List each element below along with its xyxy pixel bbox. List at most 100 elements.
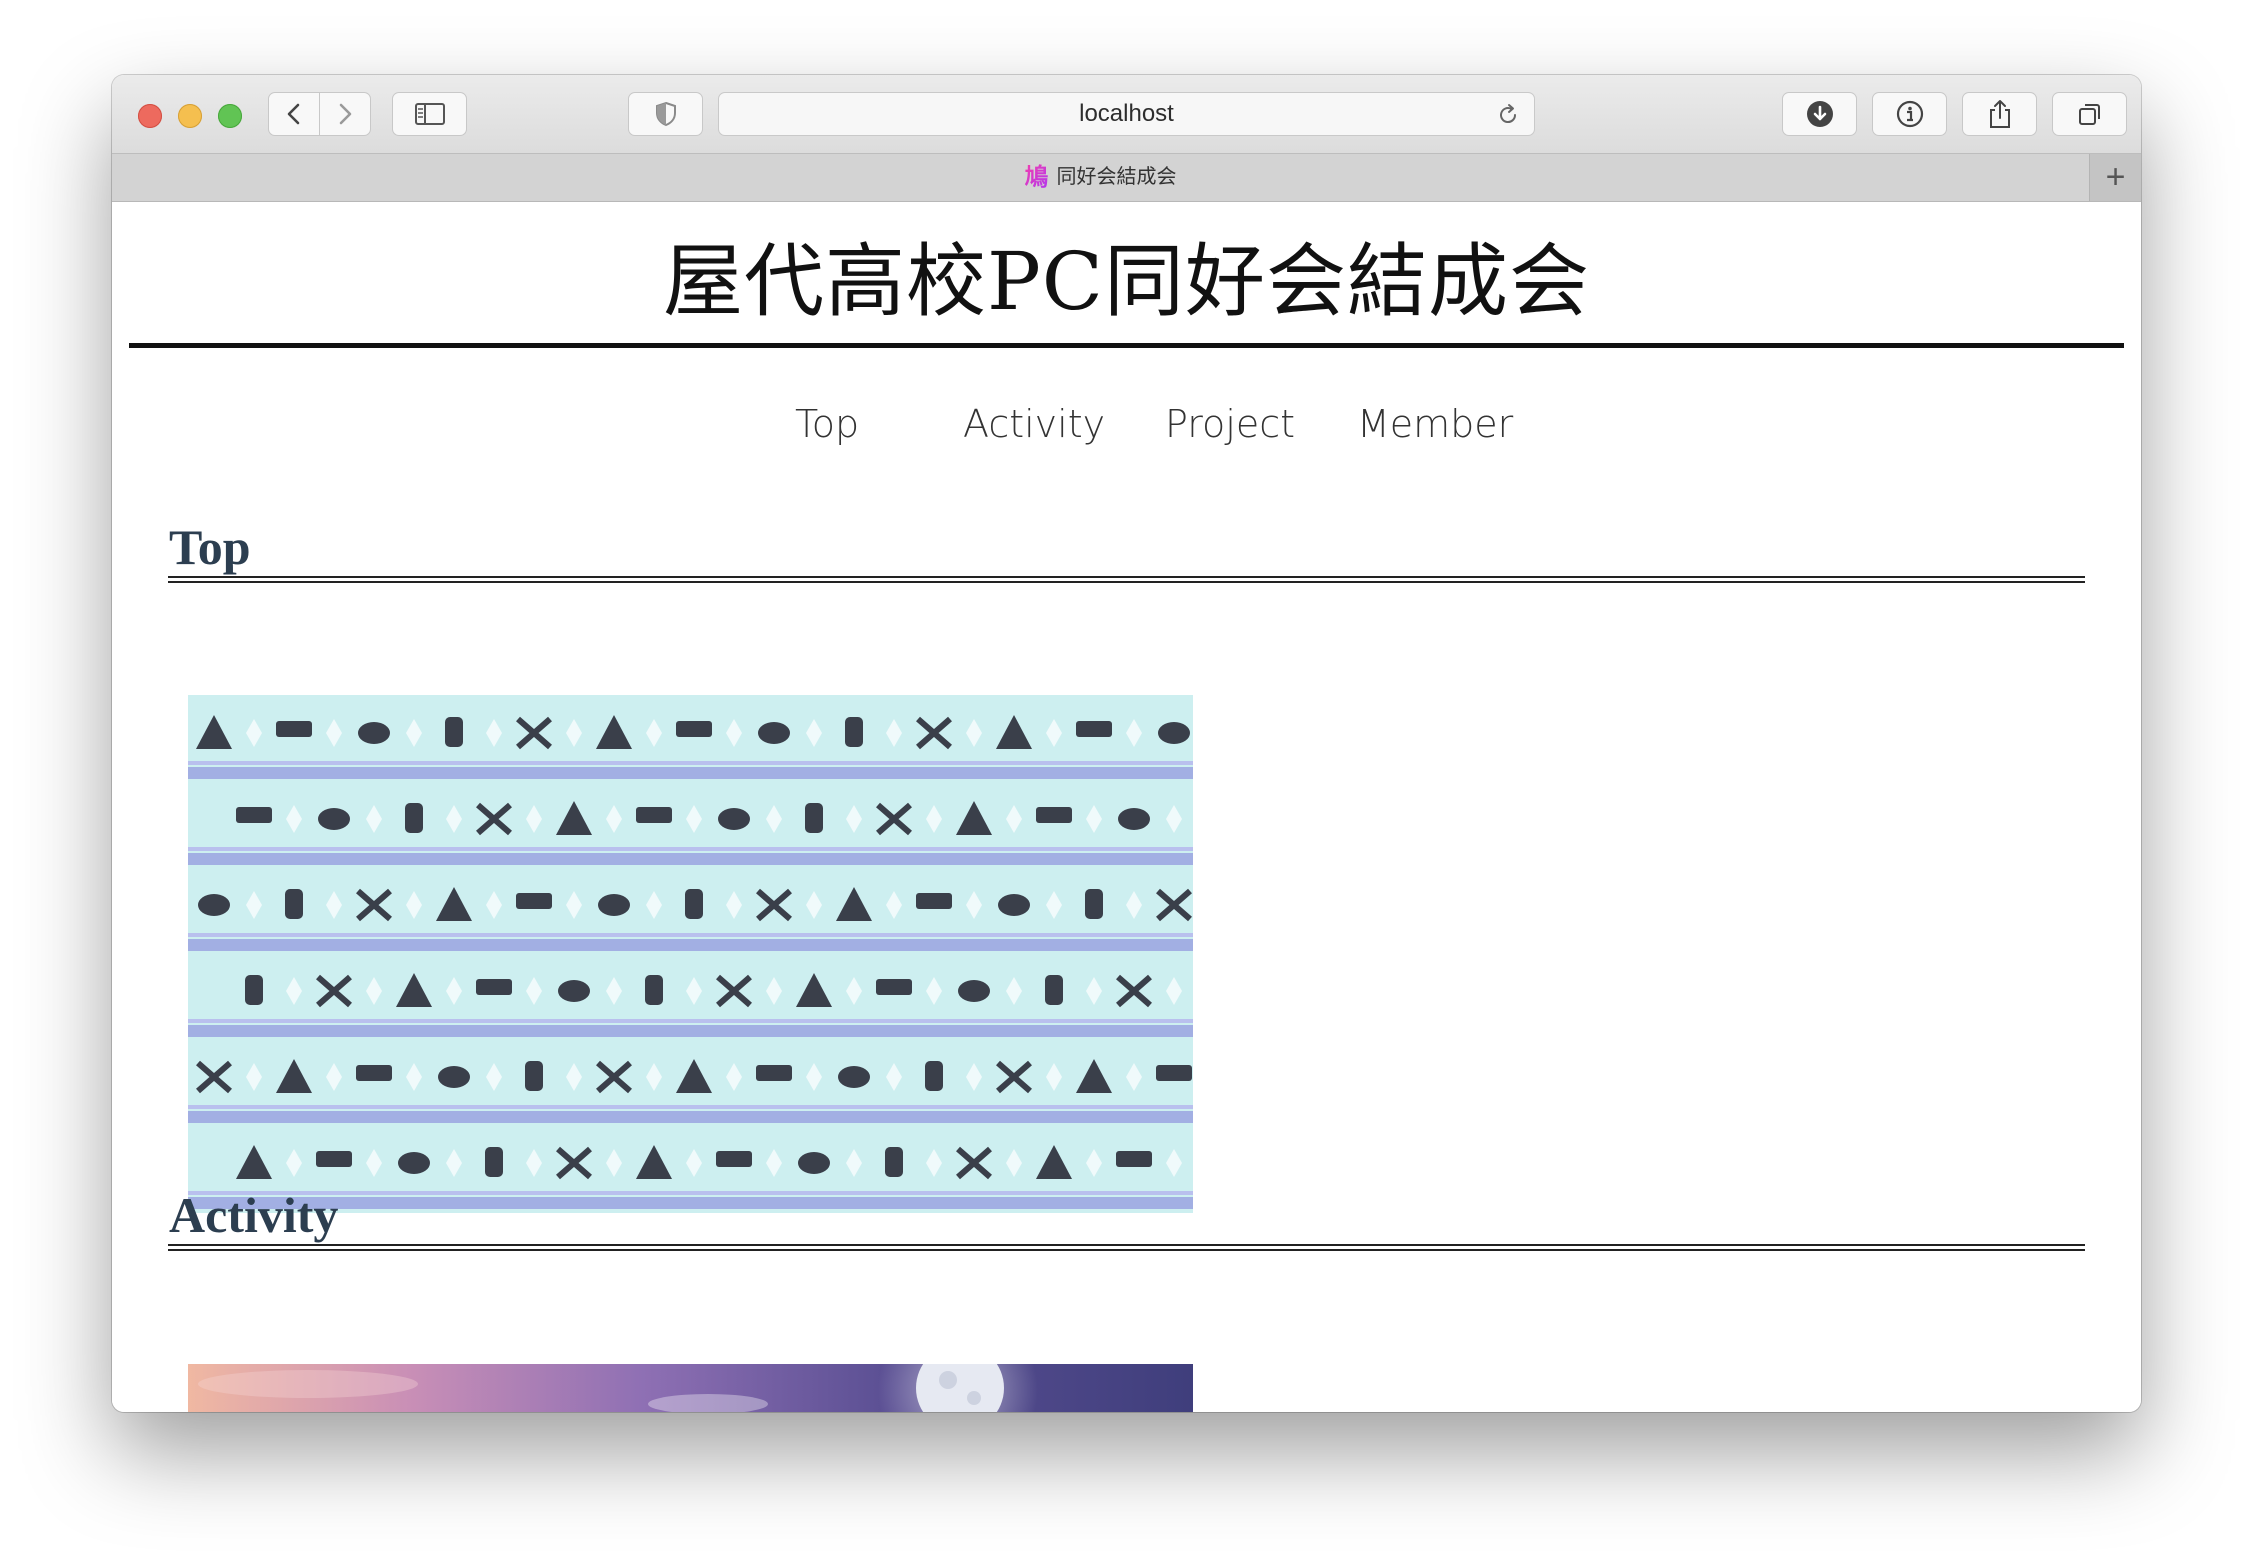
nav-link-activity[interactable]: Activity	[963, 402, 1105, 446]
tent-icon	[396, 973, 432, 1007]
table-icon	[1156, 1065, 1192, 1081]
diamond-deco	[246, 719, 262, 747]
tools-icon	[516, 716, 552, 750]
diamond-deco	[1126, 891, 1142, 919]
lantern-icon	[685, 889, 703, 919]
minimize-window-button[interactable]	[178, 104, 202, 128]
diamond-deco	[966, 1063, 982, 1091]
forward-button[interactable]	[319, 92, 371, 136]
moon-crater	[967, 1391, 981, 1405]
tools-icon	[596, 1060, 632, 1094]
nav-link-top[interactable]: Top	[795, 402, 859, 446]
back-button[interactable]	[268, 92, 320, 136]
diamond-deco	[406, 891, 422, 919]
chevron-left-icon	[287, 103, 300, 125]
tab-overview-button[interactable]	[2052, 92, 2127, 136]
tools-icon	[756, 888, 792, 922]
active-tab[interactable]: 鳩同好会結成会	[112, 154, 2089, 201]
diamond-deco	[686, 805, 702, 833]
lantern-icon	[445, 717, 463, 747]
lantern-icon	[285, 889, 303, 919]
moon-crater	[939, 1371, 957, 1389]
diamond-deco	[486, 1063, 502, 1091]
diamond-deco	[566, 719, 582, 747]
diamond-deco	[806, 1063, 822, 1091]
diamond-deco	[326, 1063, 342, 1091]
diamond-deco	[446, 977, 462, 1005]
diamond-deco	[1006, 1149, 1022, 1177]
tools-icon	[916, 716, 952, 750]
info-button[interactable]	[1872, 92, 1947, 136]
table-icon	[476, 979, 512, 995]
tent-icon	[996, 715, 1032, 749]
tent-icon	[236, 1145, 272, 1179]
diamond-deco	[406, 719, 422, 747]
pattern-stripe	[188, 939, 1193, 951]
table-icon	[676, 721, 712, 737]
lantern-icon	[405, 803, 423, 833]
lantern-icon	[925, 1061, 943, 1091]
pan-icon	[718, 808, 750, 830]
tent-icon	[956, 801, 992, 835]
table-icon	[636, 807, 672, 823]
diamond-deco	[286, 1149, 302, 1177]
diamond-deco	[406, 1063, 422, 1091]
reload-icon[interactable]	[1496, 103, 1520, 127]
share-button[interactable]	[1962, 92, 2037, 136]
tools-icon	[1156, 888, 1192, 922]
new-tab-button[interactable]: +	[2089, 154, 2141, 201]
pan-icon	[758, 722, 790, 744]
night-sky-svg	[198, 1364, 1038, 1412]
diamond-deco	[1126, 1063, 1142, 1091]
lantern-icon	[245, 975, 263, 1005]
shield-icon	[655, 101, 676, 127]
diamond-deco	[366, 977, 382, 1005]
diamond-deco	[766, 977, 782, 1005]
pan-icon	[1118, 808, 1150, 830]
cloud	[648, 1394, 768, 1412]
downloads-button[interactable]	[1782, 92, 1857, 136]
diamond-deco	[606, 805, 622, 833]
pan-icon	[798, 1152, 830, 1174]
diamond-deco	[846, 977, 862, 1005]
table-icon	[876, 979, 912, 995]
section-heading-top: Top	[169, 519, 251, 575]
table-icon	[316, 1151, 352, 1167]
tent-icon	[1076, 1059, 1112, 1093]
diamond-deco	[366, 805, 382, 833]
site-nav: Top Activity Project Member	[112, 402, 2141, 452]
close-window-button[interactable]	[138, 104, 162, 128]
diamond-deco	[286, 977, 302, 1005]
pan-icon	[198, 894, 230, 916]
diamond-deco	[886, 891, 902, 919]
diamond-deco	[1166, 977, 1182, 1005]
section-divider	[168, 1244, 2085, 1251]
history-nav	[268, 92, 372, 136]
diamond-deco	[326, 719, 342, 747]
table-icon	[1076, 721, 1112, 737]
diamond-deco	[726, 1063, 742, 1091]
table-icon	[716, 1151, 752, 1167]
diamond-deco	[646, 1063, 662, 1091]
pan-icon	[558, 980, 590, 1002]
lantern-icon	[885, 1147, 903, 1177]
diamond-deco	[1086, 977, 1102, 1005]
privacy-report-button[interactable]	[628, 92, 703, 136]
diamond-deco	[446, 805, 462, 833]
diamond-deco	[1166, 1149, 1182, 1177]
pattern-stripe	[188, 767, 1193, 779]
zoom-window-button[interactable]	[218, 104, 242, 128]
table-icon	[756, 1065, 792, 1081]
table-icon	[356, 1065, 392, 1081]
tent-icon	[676, 1059, 712, 1093]
address-bar[interactable]: localhost	[718, 92, 1535, 136]
sidebar-button[interactable]	[392, 92, 467, 136]
site-title: 屋代高校PC同好会結成会	[662, 235, 1591, 328]
pattern-stripe	[188, 847, 1193, 851]
nav-link-project[interactable]: Project	[1165, 402, 1295, 446]
diamond-deco	[1166, 805, 1182, 833]
diamond-deco	[926, 805, 942, 833]
lantern-icon	[845, 717, 863, 747]
diamond-deco	[566, 891, 582, 919]
nav-link-member[interactable]: Member	[1357, 402, 1513, 446]
